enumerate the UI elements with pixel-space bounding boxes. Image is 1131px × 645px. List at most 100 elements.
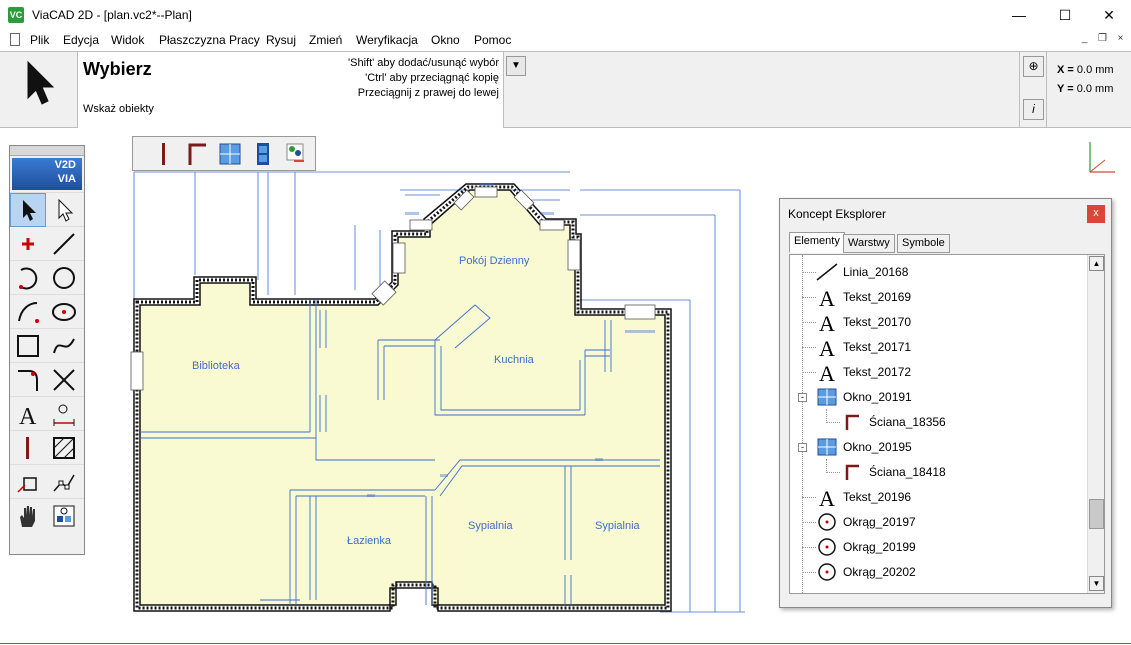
maximize-button[interactable]: ☐	[1042, 0, 1088, 30]
view-icon	[53, 505, 75, 527]
menu-plaszczyzna-pracy[interactable]: Płaszczyzna Pracy	[159, 33, 260, 47]
dimension-tool[interactable]	[46, 397, 82, 431]
list-item[interactable]: A Tekst_20171	[814, 334, 911, 359]
item-label: Tekst_20172	[843, 364, 912, 379]
collapse-toggle[interactable]: -	[798, 393, 807, 402]
door-icon	[256, 142, 269, 165]
menu-rysuj[interactable]: Rysuj	[266, 33, 296, 47]
item-label: Tekst_20170	[843, 314, 912, 329]
scroll-up-button[interactable]: ▲	[1089, 256, 1104, 271]
tab-warstwy[interactable]: Warstwy	[843, 234, 895, 253]
tab-symbole[interactable]: Symbole	[897, 234, 950, 253]
item-label: Ściana_18418	[869, 464, 946, 479]
wall-icon	[26, 437, 29, 459]
ellipse-tool[interactable]	[46, 295, 82, 329]
panel-close-button[interactable]: x	[1087, 205, 1105, 223]
tool-palette: V2D VIA A	[9, 145, 85, 555]
item-label: Okno_20195	[843, 439, 912, 454]
window-icon	[817, 388, 837, 405]
mdi-close-button[interactable]: ×	[1114, 33, 1127, 46]
list-item[interactable]: Okrąg_20202	[814, 559, 916, 584]
text-tool[interactable]: A	[10, 397, 46, 431]
edit-points-tool[interactable]	[46, 465, 82, 499]
prompt-hint: Przeciągnij z prawej do lewej	[357, 87, 499, 99]
minimize-button[interactable]: —	[996, 0, 1042, 30]
menu-widok[interactable]: Widok	[111, 33, 144, 47]
scrollbar[interactable]: ▲ ▼	[1087, 255, 1104, 593]
select-tool[interactable]	[10, 193, 46, 227]
list-item[interactable]: A Tekst_20196	[814, 484, 911, 509]
hand-icon	[20, 506, 35, 527]
collapse-toggle[interactable]: -	[798, 443, 807, 452]
room-label: Sypialnia	[468, 520, 514, 532]
list-item[interactable]: Okrąg_20199	[814, 534, 916, 559]
circle-tool[interactable]	[46, 261, 82, 295]
list-item[interactable]: A Tekst_20172	[814, 359, 911, 384]
hatch-tool[interactable]	[46, 431, 82, 465]
item-label: Tekst_20171	[843, 339, 912, 354]
menu-okno[interactable]: Okno	[431, 33, 460, 47]
select-hollow-tool[interactable]	[46, 193, 82, 227]
list-item[interactable]: Okno_20191	[814, 384, 912, 409]
svg-text:A: A	[19, 404, 37, 427]
list-item[interactable]: Okrąg_20197	[814, 509, 916, 534]
close-button[interactable]: ✕	[1086, 0, 1131, 30]
pan-tool[interactable]	[10, 499, 46, 533]
menu-zmien[interactable]: Zmień	[309, 33, 342, 47]
fillet-tool[interactable]	[10, 363, 46, 397]
menu-pomoc[interactable]: Pomoc	[474, 33, 511, 47]
tab-elementy[interactable]: Elementy	[789, 232, 845, 253]
arc-icon	[19, 267, 38, 290]
item-label: Ściana_18356	[869, 414, 946, 429]
menu-edycja[interactable]: Edycja	[63, 33, 99, 47]
document-icon[interactable]	[10, 33, 20, 46]
door-tool[interactable]	[246, 139, 279, 169]
list-item[interactable]: Okno_20195	[814, 434, 912, 459]
corner-wall-tool[interactable]	[180, 139, 213, 169]
room-label: Łazienka	[347, 535, 392, 547]
curve-tool[interactable]	[10, 295, 46, 329]
list-item[interactable]: A Tekst_20170	[814, 309, 911, 334]
koncept-eksplorer-panel: Koncept Eksplorer x Elementy Warstwy Sym…	[779, 198, 1112, 608]
line-tool[interactable]	[46, 227, 82, 261]
prompt-dropdown-button[interactable]: ▼	[506, 56, 526, 76]
mdi-restore-button[interactable]: ❐	[1096, 33, 1109, 46]
symbol-tool[interactable]	[279, 139, 312, 169]
menu-plik[interactable]: Plik	[30, 33, 49, 47]
room-label: Pokój Dzienny	[459, 255, 530, 267]
scroll-down-button[interactable]: ▼	[1089, 576, 1104, 591]
item-label: Okrąg_20197	[843, 514, 916, 529]
window-tool[interactable]	[213, 139, 246, 169]
svg-text:A: A	[819, 336, 835, 358]
circle-icon	[818, 562, 836, 581]
panel-title: Koncept Eksplorer	[788, 207, 887, 221]
spline-tool[interactable]	[46, 329, 82, 363]
tree-guide	[802, 255, 803, 593]
list-item[interactable]: Ściana_18356	[840, 409, 946, 434]
palette-grip[interactable]	[10, 146, 84, 156]
edit-points-icon	[53, 474, 75, 492]
item-label: Tekst_20169	[843, 289, 912, 304]
list-item[interactable]: Ściana_18418	[840, 459, 946, 484]
menu-weryfikacja[interactable]: Weryfikacja	[356, 33, 418, 47]
fillet-icon	[18, 370, 38, 391]
list-item[interactable]: Linia_20168	[814, 259, 908, 284]
point-tool[interactable]	[10, 227, 46, 261]
view-tool[interactable]	[46, 499, 82, 533]
window-title: ViaCAD 2D - [plan.vc2*--Plan]	[32, 8, 192, 22]
rectangle-tool[interactable]	[10, 329, 46, 363]
target-icon[interactable]: ⊕	[1023, 56, 1044, 77]
trim-tool[interactable]	[46, 363, 82, 397]
mdi-minimize-button[interactable]: _	[1078, 33, 1091, 46]
rectangle-icon	[17, 335, 39, 357]
move-tool[interactable]	[10, 465, 46, 499]
info-icon[interactable]: i	[1023, 99, 1044, 120]
list-item[interactable]: A Tekst_20169	[814, 284, 911, 309]
wall-tool[interactable]	[10, 431, 46, 465]
scroll-thumb[interactable]	[1089, 499, 1104, 529]
arc-tool[interactable]	[10, 261, 46, 295]
coordinate-x-value: 0.0 mm	[1076, 64, 1114, 76]
single-wall-tool[interactable]	[147, 139, 180, 169]
prompt-hint: 'Shift' aby dodać/usunąć wybór	[348, 57, 499, 69]
wall-icon	[845, 414, 859, 430]
